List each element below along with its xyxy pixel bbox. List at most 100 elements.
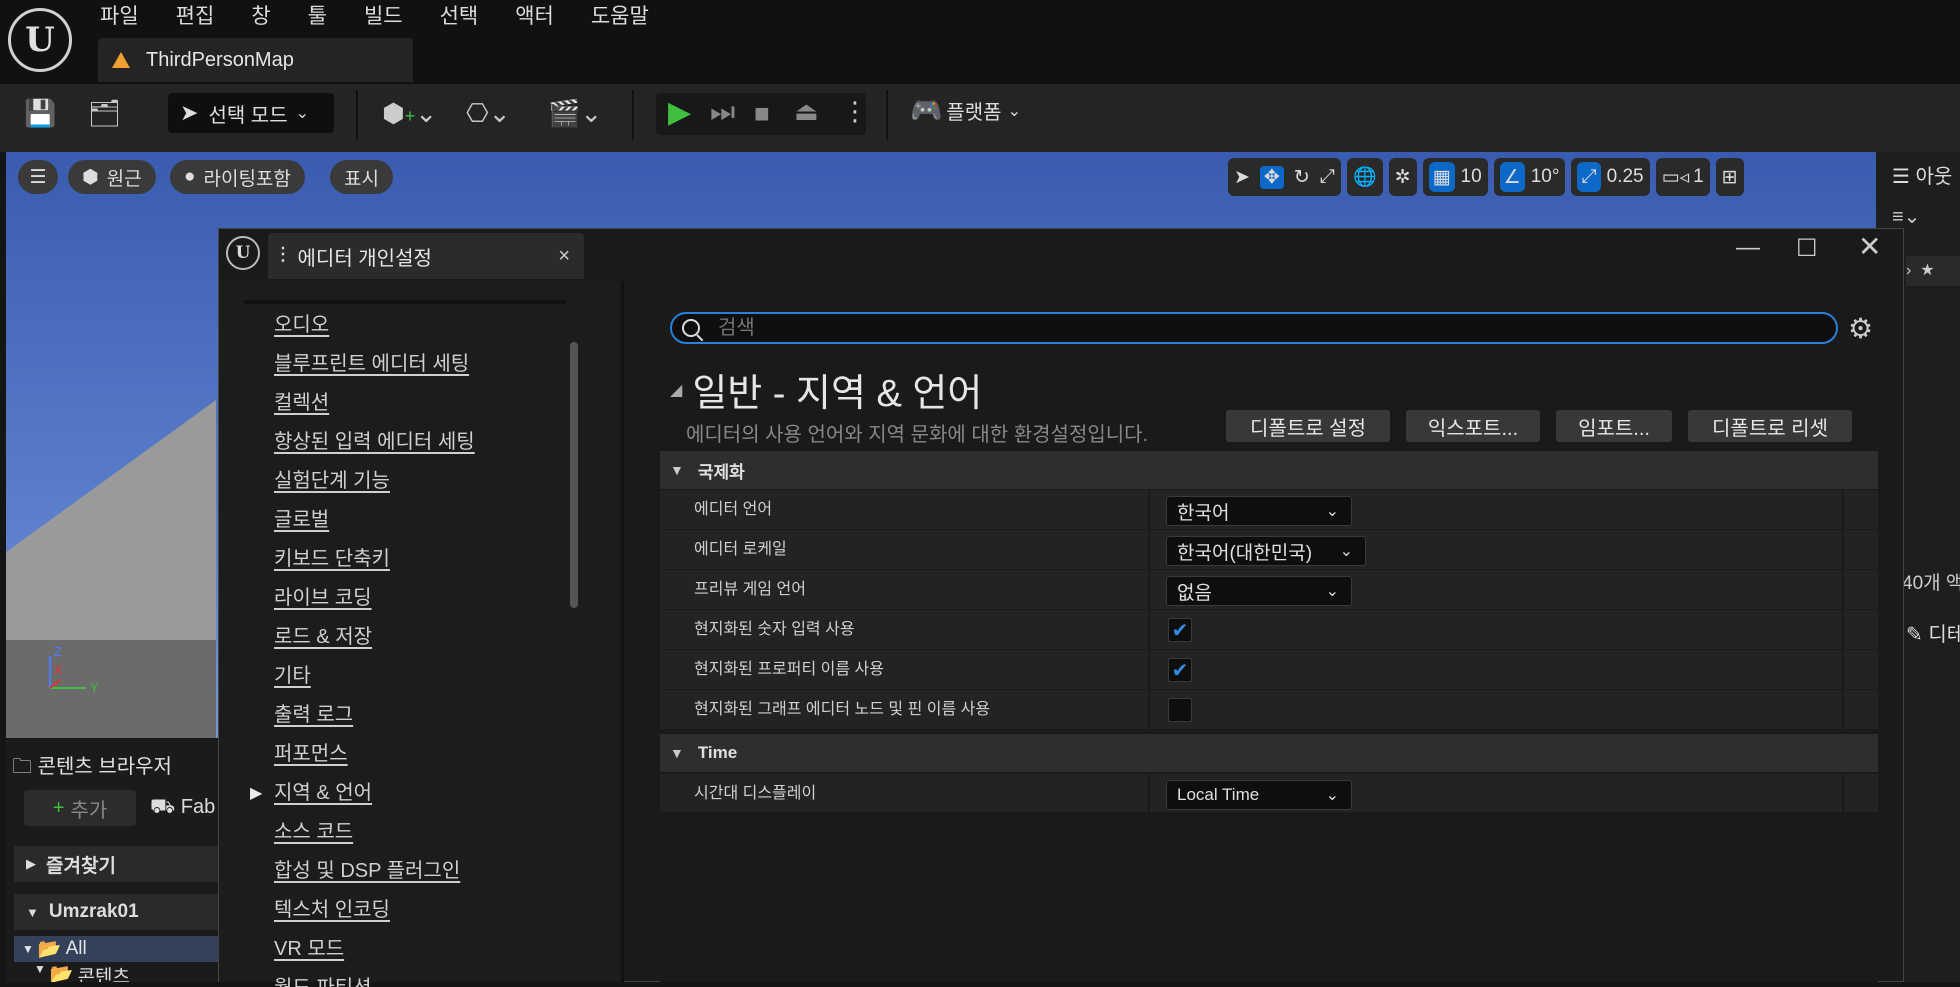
menu-window[interactable]: 창	[251, 0, 288, 36]
nav-item-vr-mode[interactable]: VR 모드	[274, 930, 604, 969]
world-local-toggle[interactable]: 🌐	[1346, 158, 1383, 196]
globe-icon: 🌐	[1352, 167, 1377, 188]
nav-scrollbar[interactable]	[570, 342, 578, 608]
fab-icon: ⛟	[150, 796, 176, 818]
search-input[interactable]	[716, 315, 1720, 341]
viewport-transform-tools: ➤ ✥ ↻ ⤢ 🌐 ✲ ▦ 10 ∠ 10° ⤢ 0.25 ▭◃ 1 ⊞	[1228, 158, 1744, 196]
show-button[interactable]: 표시	[330, 160, 393, 194]
menu-select[interactable]: 선택	[440, 0, 497, 36]
set-as-default-button[interactable]: 디폴트로 설정	[1226, 410, 1390, 442]
localized-numeric-input-checkbox[interactable]: ✔	[1168, 618, 1192, 642]
rotate-icon[interactable]: ↻	[1294, 166, 1310, 189]
property-name: 시간대 디스플레이	[694, 785, 817, 802]
viewport-menu-button[interactable]: ☰	[18, 160, 58, 194]
layout-button[interactable]: ⊞	[1715, 158, 1744, 196]
unreal-logo-icon[interactable]: U	[8, 8, 72, 72]
favorites-header[interactable]: ▶ 즐겨찾기	[14, 846, 220, 882]
export-button[interactable]: 익스포트...	[1406, 410, 1540, 442]
nav-item-misc[interactable]: 기타	[274, 657, 604, 696]
filter-icon[interactable]: ≡⌄	[1892, 204, 1920, 229]
collapse-icon[interactable]: ◢	[670, 380, 682, 400]
play-icon[interactable]: ▶	[668, 98, 691, 128]
menu-help[interactable]: 도움말	[591, 0, 667, 36]
category-internationalization[interactable]: ▼ 국제화	[660, 451, 1878, 489]
content-browser-title: 콘텐츠 브라우저	[37, 756, 172, 778]
scale-icon[interactable]: ⤢	[1320, 166, 1335, 188]
folder-all[interactable]: ▼ 📂 All	[14, 936, 220, 962]
localized-property-names-checkbox[interactable]: ✔	[1168, 658, 1192, 682]
nav-item-world-partition[interactable]: 월드 파티션	[274, 969, 604, 987]
nav-item-collections[interactable]: 컬렉션	[274, 384, 604, 423]
grid-snap[interactable]: ▦ 10	[1422, 158, 1488, 196]
menu-edit[interactable]: 편집	[176, 0, 233, 36]
gear-icon[interactable]: ⚙	[1848, 312, 1873, 345]
outliner-tab[interactable]: ☰ 아웃	[1892, 160, 1952, 189]
content-browse-icon[interactable]: 🗂	[88, 100, 121, 126]
nav-item-performance[interactable]: 퍼포먼스	[274, 735, 604, 774]
nav-item-synthesis-dsp[interactable]: 합성 및 DSP 플러그인	[274, 852, 604, 891]
save-icon[interactable]: 💾	[24, 100, 56, 126]
chevron-down-icon: ⌄	[1007, 102, 1021, 120]
editor-language-dropdown[interactable]: 한국어 ⌄	[1166, 496, 1352, 526]
menu-file[interactable]: 파일	[100, 0, 157, 36]
preview-game-language-dropdown[interactable]: 없음 ⌄	[1166, 576, 1352, 606]
nav-item-source-code[interactable]: 소스 코드	[274, 813, 604, 852]
import-button[interactable]: 임포트...	[1556, 410, 1672, 442]
content-browser-tab[interactable]: 🗀 콘텐츠 브라우저	[12, 750, 172, 786]
menu-tools[interactable]: 툴	[308, 0, 345, 36]
nav-item-texture-encoding[interactable]: 텍스처 인코딩	[274, 891, 604, 930]
scale-snap[interactable]: ⤢ 0.25	[1571, 158, 1650, 196]
surface-snap-toggle[interactable]: ✲	[1388, 158, 1417, 196]
folder-content[interactable]: ▼ 📂 콘텐츠	[30, 962, 130, 982]
menu-bar: 파일 편집 창 툴 빌드 선택 액터 도움말	[100, 0, 686, 36]
nav-item-audio[interactable]: 오디오	[274, 306, 604, 345]
category-time[interactable]: ▼ Time	[660, 734, 1878, 772]
selection-mode-dropdown[interactable]: ➤ 선택 모드 ⌄	[168, 93, 334, 133]
close-window-icon[interactable]: ✕	[1858, 230, 1881, 263]
maximize-icon[interactable]: ☐	[1796, 234, 1818, 263]
fab-button[interactable]: ⛟ Fab	[150, 796, 215, 821]
pane-splitter[interactable]	[621, 281, 624, 982]
localized-graph-node-names-checkbox[interactable]	[1168, 698, 1192, 722]
column-divider	[1148, 610, 1150, 650]
step-icon[interactable]: ⏭	[710, 98, 735, 126]
rotation-snap[interactable]: ∠ 10°	[1493, 158, 1566, 196]
more-options-icon[interactable]: ⋮	[842, 98, 868, 124]
nav-item-enhanced-input[interactable]: 향상된 입력 에디터 세팅	[274, 423, 604, 462]
minimize-icon[interactable]: —	[1736, 234, 1760, 262]
menu-actor[interactable]: 액터	[515, 0, 572, 36]
close-tab-icon[interactable]: ×	[558, 245, 570, 268]
editor-locale-dropdown[interactable]: 한국어(대한민국) ⌄	[1166, 536, 1366, 566]
property-name: 현지화된 숫자 입력 사용	[694, 621, 855, 638]
blueprint-icon[interactable]: ⎔⌄	[466, 100, 510, 126]
cinematics-icon[interactable]: 🎬⌄	[548, 100, 602, 126]
lighting-button[interactable]: ● 라이팅포함	[170, 160, 305, 194]
nav-item-blueprint-editor[interactable]: 블루프린트 에디터 세팅	[274, 345, 604, 384]
nav-item-live-coding[interactable]: 라이브 코딩	[274, 579, 604, 618]
eject-icon[interactable]: ⏏	[794, 98, 819, 124]
project-header[interactable]: ▼ Umzrak01	[14, 894, 220, 930]
perspective-button[interactable]: ⬢ 원근	[68, 160, 156, 194]
reset-to-default-button[interactable]: 디폴트로 리셋	[1688, 410, 1852, 442]
editor-preferences-tab[interactable]: ⫶ 에디터 개인설정 ×	[268, 233, 584, 279]
nav-item-region-language[interactable]: ▶ 지역 & 언어	[250, 774, 604, 813]
nav-item-output-log[interactable]: 출력 로그	[274, 696, 604, 735]
stop-icon[interactable]: ■	[754, 100, 770, 126]
nav-item-keyboard-shortcuts[interactable]: 키보드 단축키	[274, 540, 604, 579]
add-button[interactable]: + 추가	[24, 790, 136, 826]
platform-dropdown[interactable]: 🎮 플랫폼 ⌄	[910, 95, 1021, 126]
column-divider	[1842, 490, 1844, 530]
select-icon[interactable]: ➤	[1234, 166, 1250, 189]
svg-text:X: X	[54, 662, 63, 677]
move-icon[interactable]: ✥	[1259, 165, 1284, 189]
details-tab[interactable]: ✎ 디테	[1906, 618, 1960, 647]
add-actor-icon[interactable]: ⬢+⌄	[382, 100, 437, 126]
nav-item-load-save[interactable]: 로드 & 저장	[274, 618, 604, 657]
nav-item-global[interactable]: 글로벌	[274, 501, 604, 540]
camera-speed[interactable]: ▭◃ 1	[1655, 158, 1710, 196]
nav-item-experimental[interactable]: 실험단계 기능	[274, 462, 604, 501]
timezone-display-dropdown[interactable]: Local Time ⌄	[1166, 780, 1352, 810]
level-tab[interactable]: ThirdPersonMap	[98, 38, 413, 82]
menu-build[interactable]: 빌드	[364, 0, 421, 36]
property-name: 현지화된 프로퍼티 이름 사용	[694, 661, 884, 678]
